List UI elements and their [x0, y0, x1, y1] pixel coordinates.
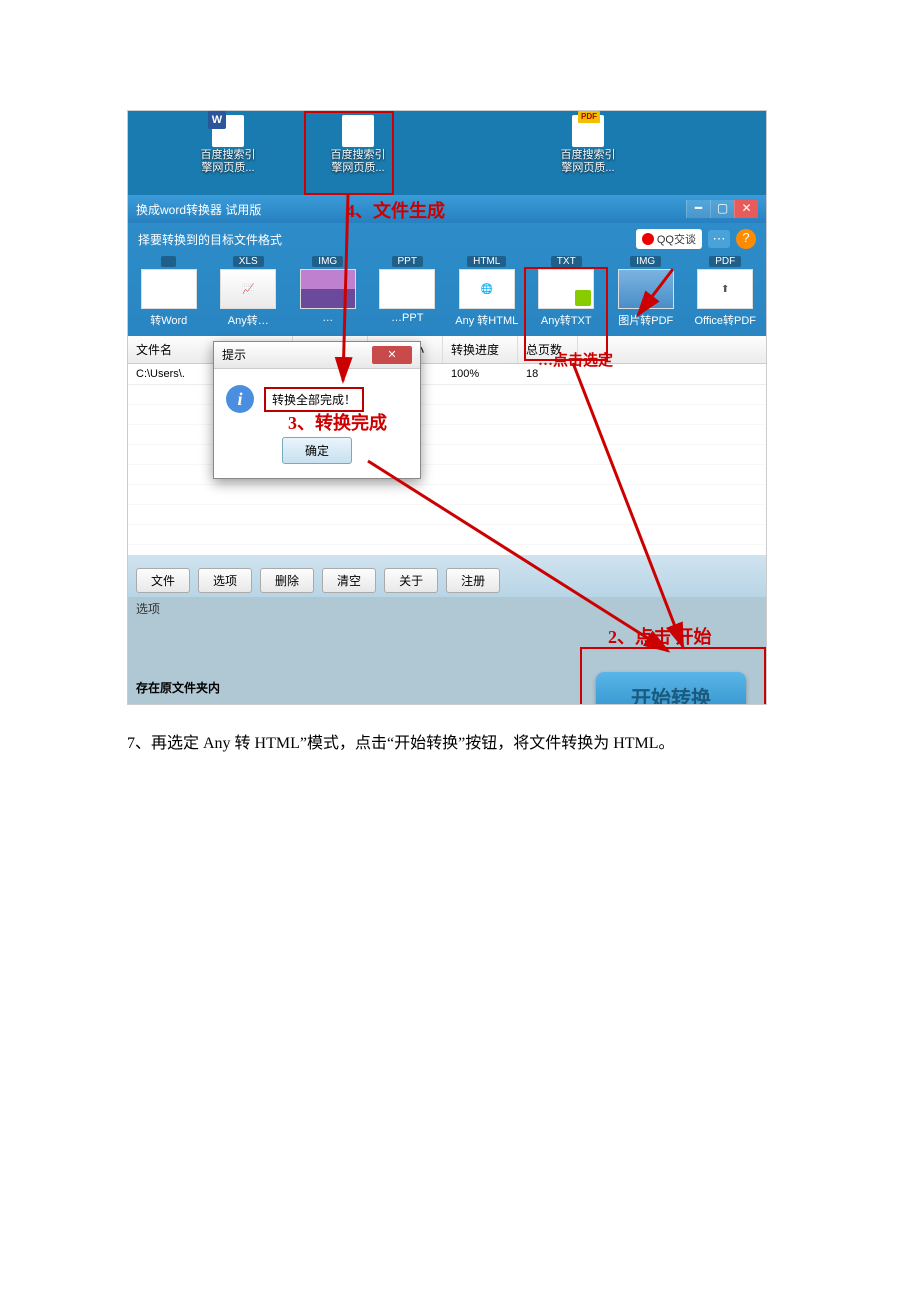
- format-word[interactable]: 转Word: [134, 255, 204, 328]
- delete-button[interactable]: 删除: [260, 568, 314, 593]
- ok-button[interactable]: 确定: [282, 437, 352, 464]
- format-img[interactable]: IMG…: [293, 255, 363, 328]
- col-progress: 转换进度: [443, 336, 518, 363]
- format-img-pdf[interactable]: IMG图片转PDF: [611, 255, 681, 328]
- desktop-icon-doc[interactable]: 百度搜索引擎网页质...: [318, 115, 398, 195]
- word-badge-icon: W: [208, 111, 226, 129]
- dialog-close-button[interactable]: ✕: [372, 346, 412, 364]
- about-button[interactable]: 关于: [384, 568, 438, 593]
- titlebar: 换成word转换器 试用版 ━ ▢ ✕: [128, 195, 766, 223]
- desktop-icon-label: 百度搜索引擎网页质...: [318, 149, 398, 175]
- caption-text: 7、再选定 Any 转 HTML”模式，点击“开始转换”按钮，将文件转换为 HT…: [127, 731, 793, 757]
- help-icon[interactable]: ?: [736, 229, 756, 249]
- maximize-button[interactable]: ▢: [710, 200, 734, 218]
- format-txt[interactable]: TXTAny转TXT: [532, 255, 602, 328]
- app-title: 换成word转换器 试用版: [136, 201, 261, 218]
- format-bar: 择要转换到的目标文件格式 QQ交谈 ⋯ ?: [128, 223, 766, 251]
- pdf-badge-icon: PDF: [578, 111, 600, 123]
- desktop-icon-label: 百度搜索引擎网页质...: [188, 149, 268, 175]
- clear-button[interactable]: 清空: [322, 568, 376, 593]
- qq-button[interactable]: QQ交谈: [636, 229, 702, 249]
- file-button[interactable]: 文件: [136, 568, 190, 593]
- desktop-icon-word[interactable]: W 百度搜索引擎网页质...: [188, 115, 268, 195]
- alert-dialog: 提示 ✕ i 转换全部完成！ 确定: [213, 341, 421, 479]
- minimize-button[interactable]: ━: [686, 200, 710, 218]
- dialog-message: 转换全部完成！: [264, 387, 364, 412]
- format-ppt[interactable]: PPT…PPT: [373, 255, 443, 328]
- close-button[interactable]: ✕: [734, 200, 758, 218]
- desktop-icon-pdf[interactable]: PDF 百度搜索引擎网页质...: [548, 115, 628, 195]
- dialog-titlebar: 提示 ✕: [214, 342, 420, 369]
- desktop-icon-label: 百度搜索引擎网页质...: [548, 149, 628, 175]
- chat-icon[interactable]: ⋯: [708, 230, 730, 248]
- register-button[interactable]: 注册: [446, 568, 500, 593]
- window-buttons: ━ ▢ ✕: [686, 200, 758, 218]
- options-label: 选项: [128, 597, 766, 620]
- bottom-toolbar: 文件 选项 删除 清空 关于 注册: [128, 555, 766, 597]
- start-convert-button[interactable]: 开始转换: [596, 672, 746, 705]
- dialog-title: 提示: [222, 346, 246, 364]
- format-html[interactable]: HTML🌐Any 转HTML: [452, 255, 522, 328]
- format-subtitle: 择要转换到的目标文件格式: [138, 231, 282, 248]
- info-icon: i: [226, 385, 254, 413]
- format-list: 转Word XLS📈Any转… IMG… PPT…PPT HTML🌐Any 转H…: [128, 251, 766, 336]
- screenshot: W 百度搜索引擎网页质... 百度搜索引擎网页质... PDF 百度搜索引擎网页…: [127, 110, 767, 705]
- format-office-pdf[interactable]: PDF⬆Office转PDF: [691, 255, 761, 328]
- col-total: 总页数: [518, 336, 578, 363]
- options-button[interactable]: 选项: [198, 568, 252, 593]
- desktop: W 百度搜索引擎网页质... 百度搜索引擎网页质... PDF 百度搜索引擎网页…: [128, 111, 766, 195]
- format-xls[interactable]: XLS📈Any转…: [214, 255, 284, 328]
